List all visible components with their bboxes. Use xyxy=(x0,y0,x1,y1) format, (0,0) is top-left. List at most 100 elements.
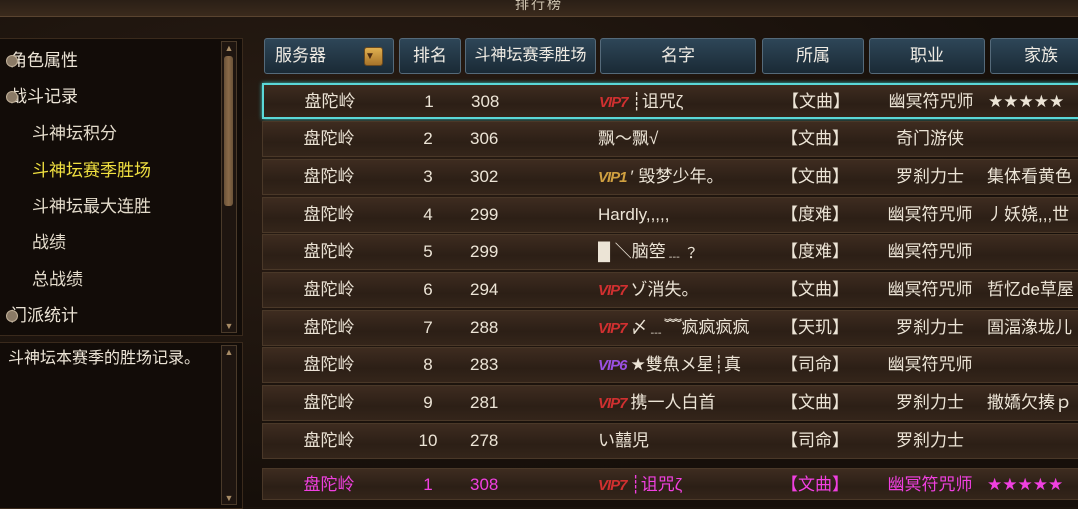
wins-cell: 281 xyxy=(470,393,499,412)
player-name: 飘～飘√ xyxy=(598,129,659,148)
tree-item-arena-points[interactable]: 斗神坛积分 xyxy=(32,122,117,146)
column-header-wins[interactable]: 斗神坛赛季胜场 xyxy=(465,38,596,74)
description-text: 斗神坛本赛季的胜场记录。 xyxy=(8,350,201,367)
rank-cell: 5 xyxy=(423,242,433,261)
ranking-row[interactable]: 盘陀岭 3 302 VIP1 ′ 毁梦少年。 【文曲】 罗刹力士 集体看黄色 xyxy=(262,159,1078,195)
player-name-cell[interactable]: VIP7 〆﹍﹌疯疯疯疯 xyxy=(598,311,760,345)
tree-item-arena-season-wins[interactable]: 斗神坛赛季胜场 xyxy=(32,159,151,183)
family-cell: ★★★★★ xyxy=(987,475,1064,494)
vip-badge-icon: VIP6 xyxy=(598,357,628,374)
vip-badge-icon: VIP7 xyxy=(598,320,628,337)
server-cell: 盘陀岭 xyxy=(303,167,355,186)
rank-cell: 9 xyxy=(423,393,433,412)
column-header-rank[interactable]: 排名 xyxy=(399,38,461,74)
ranking-row[interactable]: 盘陀岭 6 294 VIP7 ゾ消失。 【文曲】 幽冥符咒师 哲忆de草屋 xyxy=(262,272,1078,308)
guild-cell: 【文曲】 xyxy=(781,167,849,186)
rank-cell: 1 xyxy=(423,475,433,494)
player-name-cell[interactable]: VIP7 ┊诅咒ζ xyxy=(598,469,760,499)
player-name: Hardly,,,,, xyxy=(598,205,670,224)
class-cell: 罗刹力士 xyxy=(896,318,964,337)
tree-item-label: 斗神坛赛季胜场 xyxy=(32,161,151,180)
player-name: 〆﹍﹌疯疯疯疯 xyxy=(630,318,750,337)
vip-badge-icon: VIP7 xyxy=(598,395,628,412)
ranking-row[interactable]: 盘陀岭 10 278 い囍児 【司命】 罗刹力士 xyxy=(262,423,1078,459)
player-name-cell[interactable]: VIP6 ★雙魚メ星┊真 xyxy=(598,348,760,382)
guild-cell: 【文曲】 xyxy=(781,280,849,299)
tree-scrollbar[interactable]: ▲ ▼ xyxy=(221,41,237,333)
scroll-down-icon[interactable]: ▼ xyxy=(222,320,236,332)
family-cell xyxy=(987,348,1078,382)
ranking-row[interactable]: 盘陀岭 5 299 █ ＼脑箜﹍﹖ 【度难】 幽冥符咒师 xyxy=(262,234,1078,270)
guild-cell: 【度难】 xyxy=(781,242,849,261)
scroll-up-icon[interactable]: ▲ xyxy=(222,346,236,358)
player-name-cell[interactable]: 飘～飘√ xyxy=(598,122,760,156)
server-cell: 盘陀岭 xyxy=(303,475,355,494)
my-ranking-row[interactable]: 盘陀岭 1 308 VIP7 ┊诅咒ζ 【文曲】 幽冥符咒师 ★★★★★ xyxy=(262,468,1078,500)
player-name: ゾ消失。 xyxy=(630,280,699,299)
scroll-up-icon[interactable]: ▲ xyxy=(222,42,236,54)
player-name: ┊诅咒ζ xyxy=(631,92,684,111)
server-dropdown-icon[interactable]: ▼ xyxy=(364,47,383,66)
ranking-row[interactable]: 盘陀岭 7 288 VIP7 〆﹍﹌疯疯疯疯 【天玑】 罗刹力士 圄湢潒垅儿 xyxy=(262,310,1078,346)
column-header-name[interactable]: 名字 xyxy=(600,38,756,74)
guild-cell: 【司命】 xyxy=(781,431,849,450)
description-scrollbar[interactable]: ▲ ▼ xyxy=(221,345,237,505)
player-name-cell[interactable]: █ ＼脑箜﹍﹖ xyxy=(598,235,760,269)
server-cell: 盘陀岭 xyxy=(303,205,355,224)
tree-item-records[interactable]: 战绩 xyxy=(32,231,66,255)
tree-item-total-records[interactable]: 总战绩 xyxy=(32,268,83,292)
wins-cell: 299 xyxy=(470,205,499,224)
guild-cell: 【文曲】 xyxy=(781,475,849,494)
player-name-cell[interactable]: VIP7 携一人白首 xyxy=(598,386,760,420)
vip-badge-icon: VIP1 xyxy=(598,169,628,186)
ranking-row[interactable]: 盘陀岭 8 283 VIP6 ★雙魚メ星┊真 【司命】 幽冥符咒师 xyxy=(262,347,1078,383)
tree-item-label: 战绩 xyxy=(32,233,66,252)
ranking-row[interactable]: 盘陀岭 9 281 VIP7 携一人白首 【文曲】 罗刹力士 撒嬌欠揍ｐ xyxy=(262,385,1078,421)
scrollbar-thumb[interactable] xyxy=(224,56,233,206)
guild-cell: 【文曲】 xyxy=(781,129,849,148)
scroll-down-icon[interactable]: ▼ xyxy=(222,492,236,504)
player-name-cell[interactable]: VIP7 ┊诅咒ζ xyxy=(599,85,761,119)
server-cell: 盘陀岭 xyxy=(303,280,355,299)
ranking-row[interactable]: 盘陀岭 2 306 飘～飘√ 【文曲】 奇门游侠 xyxy=(262,121,1078,157)
wins-cell: 294 xyxy=(470,280,499,299)
player-name: ′ 毁梦少年。 xyxy=(630,167,724,186)
player-name-cell[interactable]: VIP1 ′ 毁梦少年。 xyxy=(598,160,760,194)
tree-item-character-attributes[interactable]: 角色属性 xyxy=(6,49,78,73)
player-name-cell[interactable]: VIP7 ゾ消失。 xyxy=(598,273,760,307)
header-label: 服务器 xyxy=(275,46,326,65)
guild-cell: 【文曲】 xyxy=(782,92,850,111)
column-header-class[interactable]: 职业 xyxy=(869,38,985,74)
ranking-row[interactable]: 盘陀岭 1 308 VIP7 ┊诅咒ζ 【文曲】 幽冥符咒师 ★★★★★ xyxy=(262,83,1078,119)
column-header-server[interactable]: 服务器 ▼ xyxy=(264,38,394,74)
rank-cell: 1 xyxy=(424,92,434,111)
family-cell xyxy=(987,424,1078,458)
rank-cell: 3 xyxy=(423,167,433,186)
expand-toggle-icon[interactable] xyxy=(6,310,18,322)
expand-toggle-icon[interactable] xyxy=(6,91,18,103)
class-cell: 幽冥符咒师 xyxy=(887,242,973,261)
ranking-row[interactable]: 盘陀岭 4 299 Hardly,,,,, 【度难】 幽冥符咒师 丿妖娆,,,世 xyxy=(262,197,1078,233)
server-cell: 盘陀岭 xyxy=(303,393,355,412)
tree-item-arena-max-streak[interactable]: 斗神坛最大连胜 xyxy=(32,195,151,219)
tree-item-sect-statistics[interactable]: 门派统计 xyxy=(6,304,78,328)
rank-cell: 10 xyxy=(418,431,438,450)
class-cell: 罗刹力士 xyxy=(896,167,964,186)
class-cell: 奇门游侠 xyxy=(896,129,964,148)
tree-item-battle-records[interactable]: 战斗记录 xyxy=(6,85,78,109)
vip-badge-icon: VIP7 xyxy=(598,477,628,494)
wins-cell: 302 xyxy=(470,167,499,186)
guild-cell: 【司命】 xyxy=(781,355,849,374)
player-name-cell[interactable]: い囍児 xyxy=(598,424,760,458)
expand-toggle-icon[interactable] xyxy=(6,55,18,67)
vip-badge-icon: VIP7 xyxy=(599,94,629,111)
player-name-cell[interactable]: Hardly,,,,, xyxy=(598,198,760,232)
wins-cell: 306 xyxy=(470,129,499,148)
column-header-guild[interactable]: 所属 xyxy=(762,38,864,74)
guild-cell: 【度难】 xyxy=(781,205,849,224)
family-cell: 哲忆de草屋 xyxy=(987,280,1074,299)
family-cell: 圄湢潒垅儿 xyxy=(987,318,1072,337)
server-cell: 盘陀岭 xyxy=(303,129,355,148)
column-header-family[interactable]: 家族 xyxy=(990,38,1078,74)
server-cell: 盘陀岭 xyxy=(303,242,355,261)
